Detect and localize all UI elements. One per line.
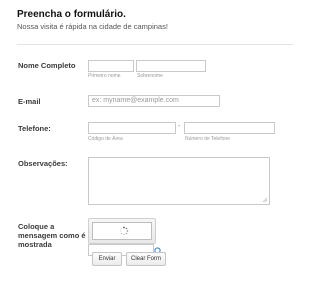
name-label: Nome Completo bbox=[18, 61, 76, 70]
phone-area-sublabel: Código de Área bbox=[88, 136, 123, 142]
phone-number-input[interactable] bbox=[184, 122, 275, 134]
phone-number-sublabel: Número de Telefone bbox=[185, 136, 230, 142]
last-name-input[interactable] bbox=[136, 60, 206, 72]
first-name-input[interactable] bbox=[88, 60, 134, 72]
form-header: Preencha o formulário. Nossa visita é rá… bbox=[17, 9, 293, 32]
captcha-frame bbox=[92, 222, 152, 240]
header-divider bbox=[17, 44, 293, 45]
email-input[interactable]: ex: myname@example.com bbox=[88, 95, 220, 107]
form-subtitle: Nossa visita é rápida na cidade de campi… bbox=[17, 22, 168, 31]
first-name-sublabel: Primeiro nome bbox=[88, 73, 121, 79]
phone-separator: - bbox=[178, 123, 181, 130]
notes-textarea[interactable] bbox=[88, 157, 270, 205]
email-label: E-mail bbox=[18, 97, 41, 106]
form-title: Preencha o formulário. bbox=[17, 9, 126, 20]
resize-grip-icon[interactable] bbox=[262, 197, 267, 202]
captcha-image bbox=[88, 218, 156, 244]
phone-label: Telefone: bbox=[18, 124, 51, 133]
last-name-sublabel: Sobrenome bbox=[137, 73, 163, 79]
clear-form-button[interactable]: Clear Form bbox=[126, 252, 166, 266]
notes-label: Observações: bbox=[18, 159, 68, 168]
submit-button[interactable]: Enviar bbox=[92, 252, 122, 266]
loading-spinner-icon bbox=[119, 226, 129, 236]
phone-area-input[interactable] bbox=[88, 122, 176, 134]
captcha-label: Coloque a mensagem como é mostrada bbox=[18, 222, 86, 249]
